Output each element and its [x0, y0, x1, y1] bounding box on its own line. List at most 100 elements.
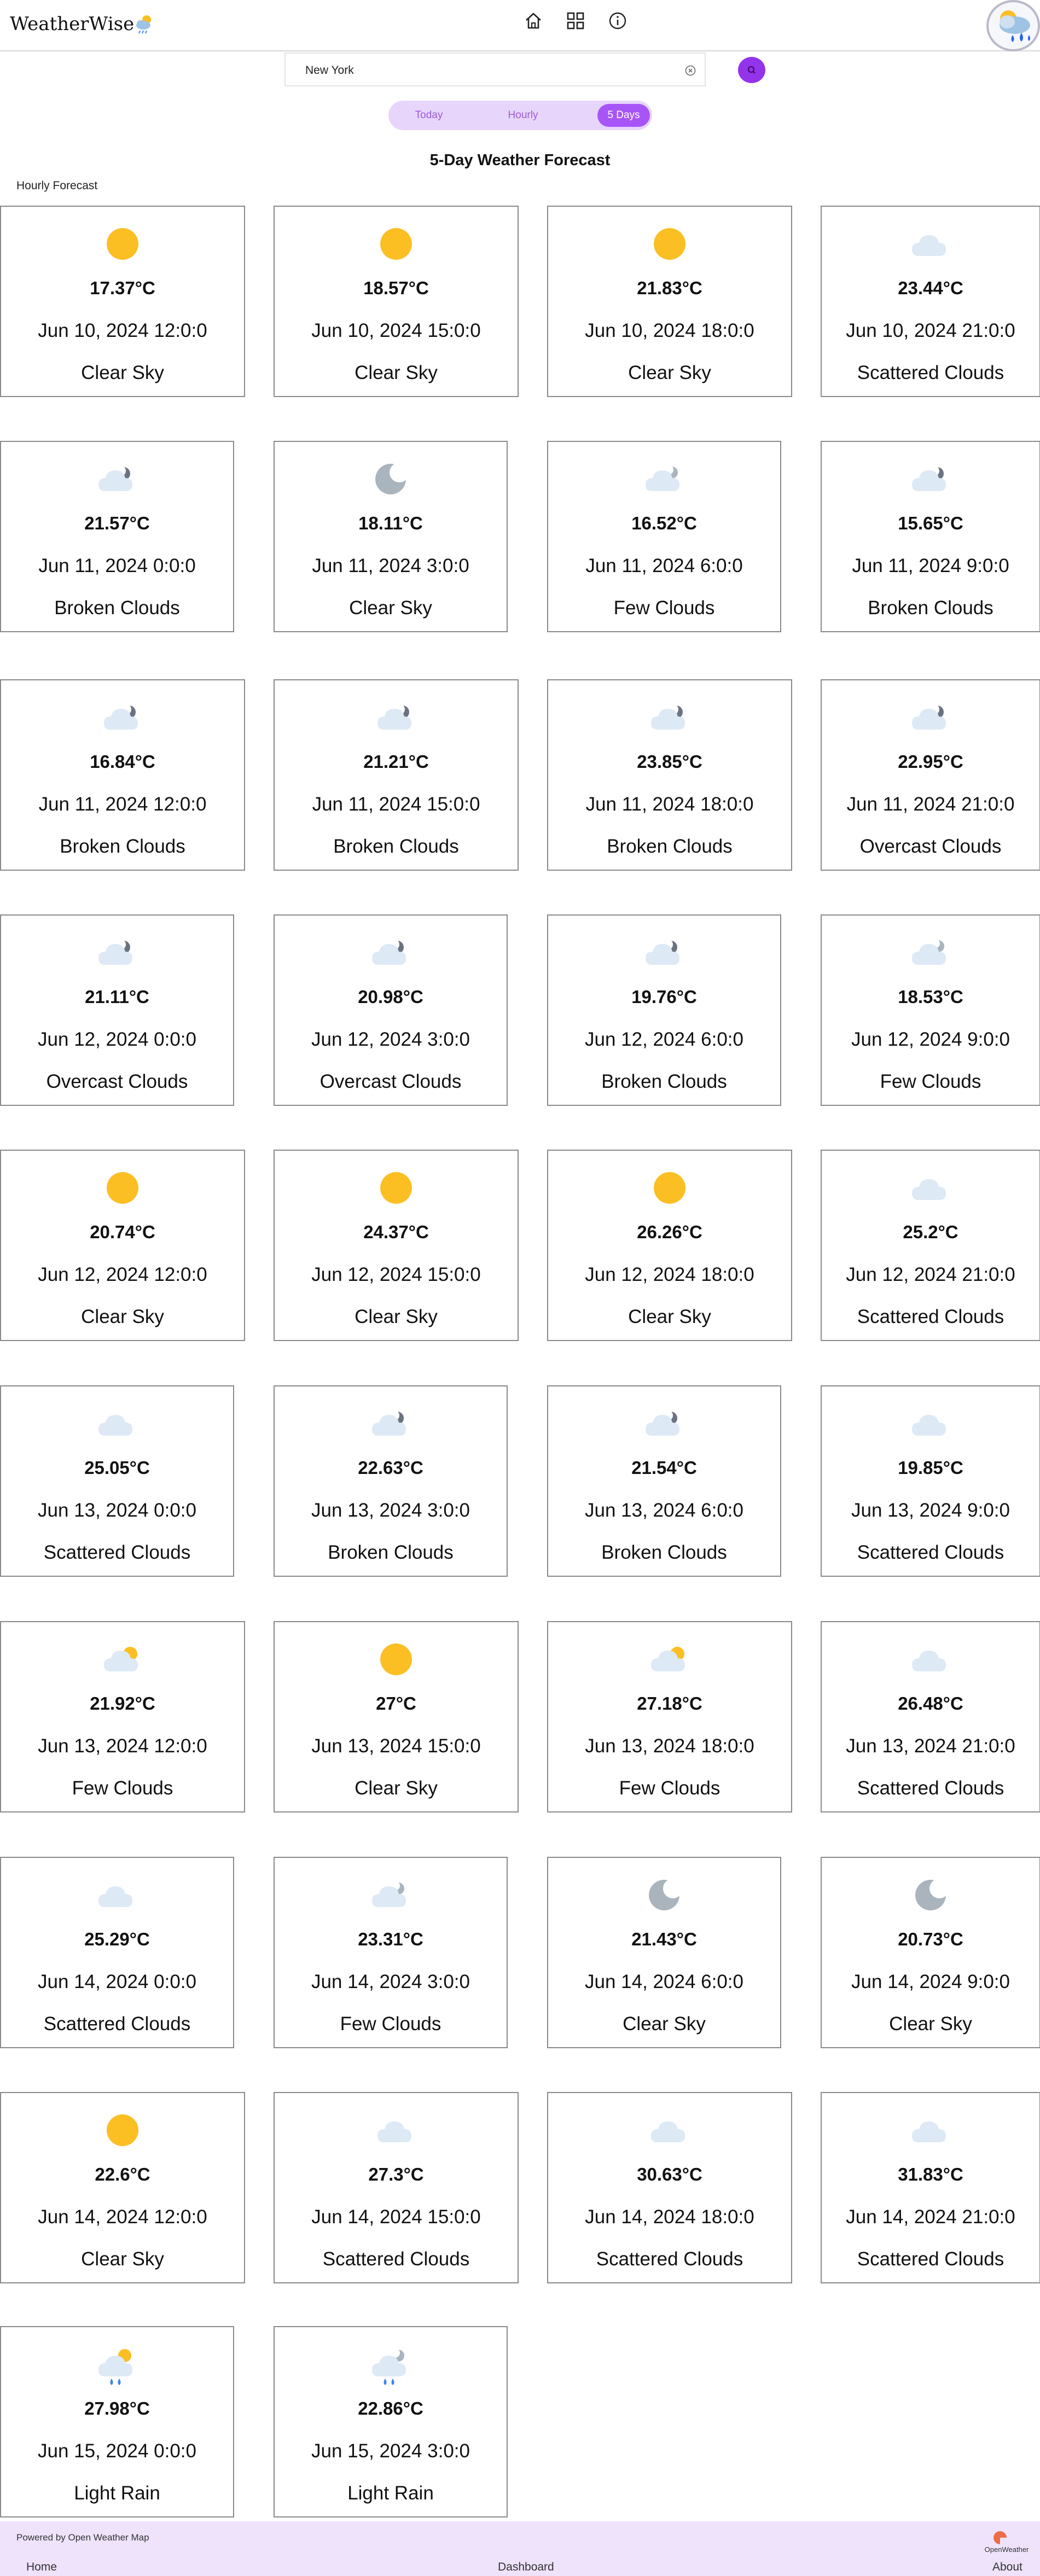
forecast-card: 26.26°C Jun 12, 2024 18:0:0 Clear Sky	[547, 1150, 792, 1341]
footer-link-home[interactable]: Home	[26, 2561, 57, 2574]
forecast-temp: 18.53°C	[898, 987, 963, 1007]
home-icon[interactable]	[522, 10, 544, 32]
forecast-card: 22.63°C Jun 13, 2024 3:0:0 Broken Clouds	[274, 1385, 508, 1577]
openweather-logo: OpenWeather	[979, 2529, 1034, 2554]
forecast-description: Scattered Clouds	[43, 2013, 191, 2035]
forecast-temp: 18.11°C	[358, 513, 423, 533]
forecast-tabs: Today Hourly 5 Days	[388, 101, 652, 130]
cloud-moon-dark-icon	[104, 704, 138, 730]
forecast-date: Jun 13, 2024 9:0:0	[851, 1500, 1010, 1521]
forecast-description: Scattered Clouds	[857, 362, 1004, 383]
forecast-description: Few Clouds	[340, 2013, 441, 2035]
info-icon[interactable]	[607, 10, 629, 32]
avatar-weather-icon	[1000, 10, 1030, 42]
forecast-description: Clear Sky	[81, 1306, 164, 1327]
forecast-date: Jun 13, 2024 18:0:0	[585, 1735, 754, 1757]
forecast-description: Overcast Clouds	[319, 1071, 462, 1092]
sun-icon	[380, 228, 412, 260]
search-input[interactable]	[305, 62, 666, 79]
forecast-description: Scattered Clouds	[857, 1542, 1004, 1563]
forecast-temp: 15.65°C	[898, 513, 963, 533]
forecast-date: Jun 11, 2024 3:0:0	[312, 555, 469, 576]
forecast-temp: 22.63°C	[358, 1458, 423, 1478]
forecast-temp: 16.52°C	[631, 513, 697, 533]
avatar[interactable]	[986, 0, 1040, 51]
forecast-card: 21.92°C Jun 13, 2024 12:0:0 Few Clouds	[0, 1621, 245, 1812]
forecast-description: Clear Sky	[81, 362, 164, 383]
forecast-description: Few Clouds	[72, 1777, 173, 1799]
sun-icon	[654, 1172, 685, 1204]
cloud-icon	[377, 2122, 411, 2142]
forecast-date: Jun 11, 2024 21:0:0	[846, 794, 1015, 815]
sun-icon	[654, 228, 685, 260]
forecast-temp: 17.37°C	[90, 278, 155, 298]
forecast-date: Jun 10, 2024 21:0:0	[846, 320, 1015, 341]
forecast-date: Jun 11, 2024 18:0:0	[585, 794, 754, 815]
forecast-temp: 27.18°C	[637, 1693, 702, 1714]
forecast-card: 27°C Jun 13, 2024 15:0:0 Clear Sky	[274, 1621, 519, 1812]
sun-icon	[107, 1172, 138, 1204]
forecast-description: Broken Clouds	[607, 836, 733, 857]
tab-5-days[interactable]: 5 Days	[597, 104, 650, 127]
tab-today[interactable]: Today	[396, 104, 462, 127]
forecast-card: 21.54°C Jun 13, 2024 6:0:0 Broken Clouds	[547, 1385, 781, 1577]
grid-icon[interactable]	[565, 10, 586, 32]
forecast-date: Jun 15, 2024 0:0:0	[38, 2440, 196, 2462]
openweather-logo-icon	[993, 2531, 1008, 2544]
forecast-description: Scattered Clouds	[857, 1777, 1004, 1799]
forecast-temp: 26.48°C	[898, 1693, 963, 1714]
forecast-temp: 19.85°C	[898, 1458, 963, 1478]
clear-search-icon[interactable]	[684, 64, 697, 77]
cloud-moon-dark-icon	[912, 704, 946, 730]
forecast-date: Jun 15, 2024 3:0:0	[311, 2440, 470, 2462]
forecast-temp: 22.95°C	[898, 751, 963, 772]
forecast-card: 22.86°C Jun 15, 2024 3:0:0 Light Rain	[274, 2326, 508, 2517]
app-title[interactable]: WeatherWise	[10, 13, 134, 35]
tab-hourly[interactable]: Hourly	[490, 104, 556, 127]
search-button[interactable]	[738, 57, 765, 83]
forecast-card: 21.57°C Jun 11, 2024 0:0:0 Broken Clouds	[0, 441, 234, 632]
forecast-date: Jun 12, 2024 9:0:0	[851, 1029, 1010, 1050]
forecast-card: 23.85°C Jun 11, 2024 18:0:0 Broken Clouds	[547, 679, 792, 871]
cloud-moon-dark-icon	[646, 939, 679, 965]
page-title: 5-Day Weather Forecast	[429, 151, 611, 169]
forecast-date: Jun 13, 2024 0:0:0	[38, 1500, 196, 1521]
forecast-date: Jun 12, 2024 0:0:0	[38, 1029, 196, 1050]
forecast-date: Jun 13, 2024 21:0:0	[846, 1735, 1015, 1757]
forecast-temp: 25.2°C	[903, 1222, 958, 1242]
forecast-temp: 19.76°C	[631, 987, 697, 1007]
forecast-description: Broken Clouds	[333, 836, 459, 857]
forecast-description: Clear Sky	[623, 2013, 706, 2035]
forecast-description: Scattered Clouds	[857, 1306, 1004, 1327]
forecast-temp: 27.98°C	[84, 2398, 150, 2418]
forecast-temp: 18.57°C	[363, 278, 429, 298]
footer-link-dashboard[interactable]: Dashboard	[498, 2561, 554, 2574]
forecast-date: Jun 14, 2024 12:0:0	[38, 2206, 207, 2228]
forecast-description: Clear Sky	[355, 1306, 438, 1327]
forecast-card: 17.37°C Jun 10, 2024 12:0:0 Clear Sky	[0, 206, 245, 397]
forecast-description: Overcast Clouds	[46, 1071, 188, 1092]
forecast-card: 27.18°C Jun 13, 2024 18:0:0 Few Clouds	[547, 1621, 792, 1812]
forecast-temp: 26.26°C	[637, 1222, 702, 1242]
forecast-card: 20.73°C Jun 14, 2024 9:0:0 Clear Sky	[821, 1857, 1040, 2048]
moon-icon	[915, 1879, 949, 1910]
forecast-description: Overcast Clouds	[859, 836, 1002, 857]
forecast-date: Jun 11, 2024 15:0:0	[312, 794, 480, 815]
forecast-description: Few Clouds	[619, 1777, 721, 1799]
forecast-date: Jun 14, 2024 21:0:0	[846, 2206, 1015, 2228]
rain-moon-icon	[372, 2348, 406, 2385]
forecast-temp: 25.05°C	[84, 1458, 150, 1478]
forecast-card: 25.29°C Jun 14, 2024 0:0:0 Scattered Cloud…	[0, 1857, 234, 2048]
sun-icon	[380, 1172, 412, 1204]
forecast-temp: 27.3°C	[368, 2164, 424, 2184]
forecast-card: 30.63°C Jun 14, 2024 18:0:0 Scattered Clou…	[547, 2092, 792, 2283]
brand-weather-icon	[136, 15, 151, 34]
cloud-moon-dark-icon	[646, 1410, 679, 1436]
rain-sun-icon	[98, 2349, 132, 2385]
footer-link-about[interactable]: About	[992, 2561, 1022, 2574]
forecast-card: 19.76°C Jun 12, 2024 6:0:0 Broken Clouds	[547, 914, 781, 1106]
search-box	[284, 53, 706, 86]
forecast-card: 27.3°C Jun 14, 2024 15:0:0 Scattered Cloud…	[274, 2092, 519, 2283]
forecast-card: 31.83°C Jun 14, 2024 21:0:0 Scattered Clou…	[821, 2092, 1040, 2283]
forecast-description: Broken Clouds	[601, 1542, 727, 1563]
